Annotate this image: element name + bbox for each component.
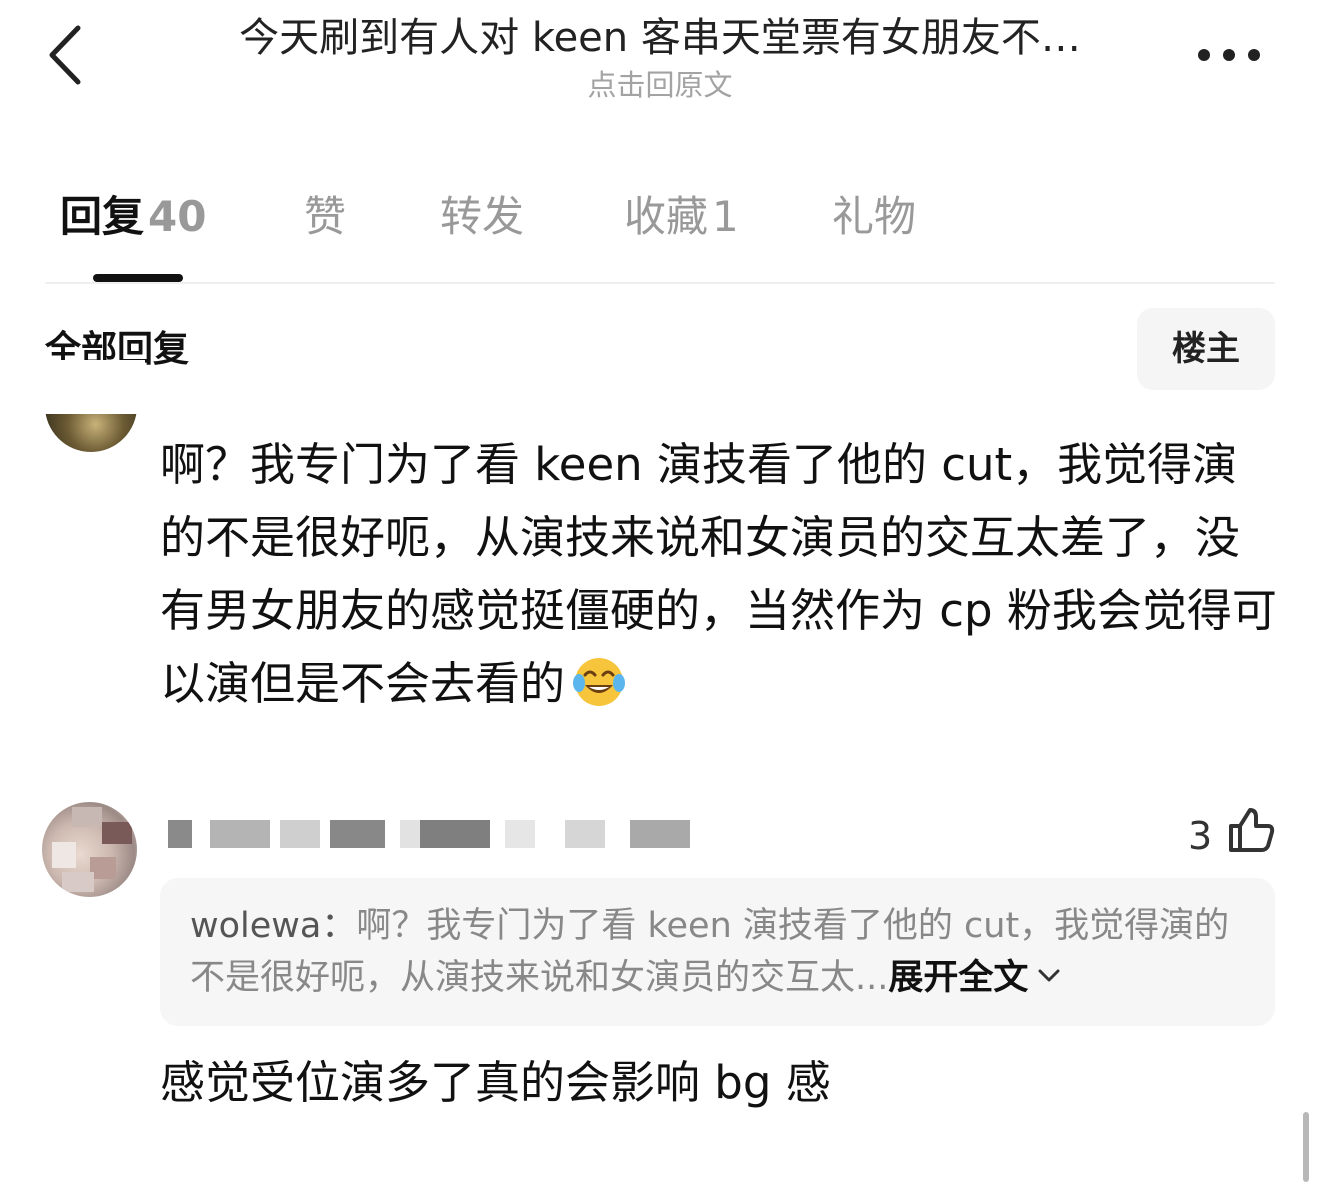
expand-full-text-link[interactable]: 展开全文 — [888, 958, 1060, 998]
quoted-reply-text: wolewa：啊？我专门为了看 keen 演技看了他的 cut，我觉得演的不是很… — [190, 900, 1250, 1004]
reply-text: 感觉受位演多了真的会影响 bg 感 — [160, 1056, 831, 1109]
tab-likes-label: 赞 — [304, 192, 347, 241]
post-title: 今天刷到有人对 keen 客串天堂票有女朋友不… — [239, 15, 1081, 61]
tab-favorites[interactable]: 收藏1 — [624, 185, 739, 249]
more-horizontal-icon — [1198, 49, 1260, 61]
tab-favorites-label: 收藏 — [624, 192, 709, 241]
header: 今天刷到有人对 keen 客串天堂票有女朋友不… 点击回原文 — [150, 14, 1170, 104]
blurred-username — [160, 820, 690, 852]
op-only-button[interactable]: 楼主 — [1137, 308, 1275, 390]
tab-favorites-count: 1 — [712, 192, 739, 241]
expand-label: 展开全文 — [888, 958, 1029, 998]
tab-bar: 回复40 赞 转发 收藏1 礼物 — [0, 185, 1320, 255]
active-tab-indicator — [93, 274, 183, 282]
like-count: 3 — [1188, 814, 1213, 858]
back-button[interactable] — [40, 20, 96, 90]
thumbs-up-icon — [1229, 808, 1275, 852]
avatar[interactable] — [42, 802, 137, 897]
tab-replies[interactable]: 回复40 — [60, 185, 206, 249]
like-button[interactable] — [1225, 804, 1277, 856]
tab-likes[interactable]: 赞 — [304, 185, 346, 249]
tab-replies-count: 40 — [148, 192, 207, 241]
scroll-clip — [40, 360, 145, 414]
tab-reposts-label: 转发 — [440, 192, 525, 241]
quoted-username[interactable]: wolewa： — [190, 906, 356, 946]
reply-text: 啊？我专门为了看 keen 演技看了他的 cut，我觉得演的不是很好呃，从演技来… — [160, 438, 1277, 710]
chevron-down-icon — [1038, 969, 1060, 982]
more-button[interactable] — [1192, 40, 1272, 70]
quoted-reply[interactable]: wolewa：啊？我专门为了看 keen 演技看了他的 cut，我觉得演的不是很… — [160, 878, 1275, 1026]
reply-body: 啊？我专门为了看 keen 演技看了他的 cut，我觉得演的不是很好呃，从演技来… — [160, 428, 1280, 720]
chevron-left-icon — [49, 25, 81, 85]
tab-gifts[interactable]: 礼物 — [832, 185, 916, 249]
tab-reposts[interactable]: 转发 — [440, 185, 524, 249]
tabs-divider — [45, 282, 1275, 284]
back-to-post-link[interactable]: 点击回原文 — [150, 66, 1170, 104]
tab-gifts-label: 礼物 — [832, 192, 917, 241]
scrollbar[interactable] — [1303, 1112, 1309, 1182]
tab-replies-label: 回复 — [60, 192, 145, 241]
face-with-tears-of-joy-emoji — [571, 653, 627, 709]
